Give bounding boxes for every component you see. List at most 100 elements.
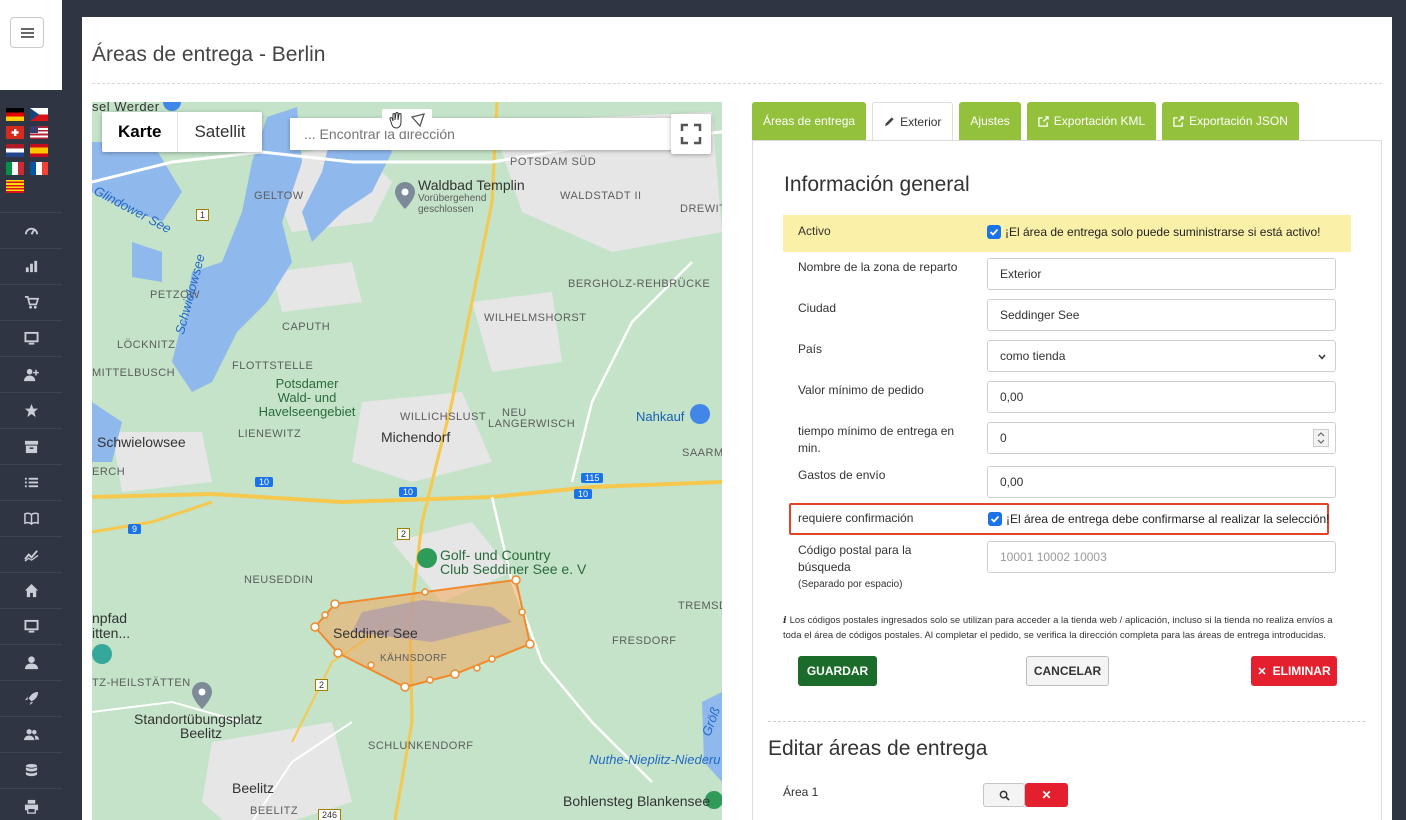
city-input[interactable]: Seddinger See: [987, 299, 1336, 331]
min-time-label: tiempo mínimo de entrega en min.: [798, 423, 978, 457]
main-panel: Áreas de entrega - Berlin sel Werder POT…: [82, 17, 1392, 820]
tab-export-kml[interactable]: Exportación KML: [1026, 102, 1157, 140]
desktop-icon: [23, 619, 39, 633]
postal-label-line: Código postal para la: [798, 543, 912, 557]
map-label: Bohlensteg Blankensee: [563, 793, 711, 809]
map-label: Wald- und: [277, 390, 337, 405]
line-chart-icon: [23, 550, 38, 562]
map-label: NEUSEDDIN: [244, 574, 314, 586]
sidebar-item-print[interactable]: [0, 788, 62, 820]
sidebar-item-favorites[interactable]: [0, 392, 62, 428]
min-order-input[interactable]: 0,00: [987, 381, 1336, 413]
page-title: Áreas de entrega - Berlin: [92, 43, 326, 66]
area-zoom-button[interactable]: [983, 783, 1025, 807]
tab-label: Exportación JSON: [1189, 114, 1288, 128]
name-input[interactable]: Exterior: [987, 258, 1336, 290]
map-label: MITTELBUSCH: [92, 367, 176, 379]
confirm-checkbox[interactable]: [988, 512, 1002, 526]
confirm-label: requiere confirmación: [798, 511, 914, 525]
confirm-check: ¡El área de entrega debe confirmarse al …: [988, 512, 1330, 526]
min-order-row: Valor mínimo de pedido 0,00: [783, 381, 1351, 413]
hint-line: i Los códigos postales ingresados solo se…: [783, 613, 1338, 628]
sidebar-item-launch[interactable]: [0, 680, 62, 716]
sidebar-item-list[interactable]: [0, 464, 62, 500]
sidebar-item-customers-add[interactable]: [0, 356, 62, 392]
flag-it-icon[interactable]: [6, 162, 24, 175]
sidebar-item-profile[interactable]: [0, 644, 62, 680]
tab-export-json[interactable]: Exportación JSON: [1162, 102, 1299, 140]
map-label: WALDSTADT II: [560, 190, 642, 202]
sidebar-item-home[interactable]: [0, 572, 62, 608]
sidebar-item-dashboard[interactable]: [0, 212, 62, 248]
map-label: LIENEWITZ: [238, 428, 302, 440]
delete-button[interactable]: ✕ ELIMINAR: [1251, 656, 1337, 686]
tab-bar: Áreas de entrega Exterior Ajustes Export…: [752, 102, 1305, 140]
save-button[interactable]: GUARDAR: [798, 656, 877, 686]
star-icon: [24, 403, 38, 418]
rocket-icon: [24, 691, 38, 706]
fullscreen-button[interactable]: [671, 114, 711, 154]
map-type-map-button[interactable]: Karte: [102, 112, 179, 152]
sidebar-item-database[interactable]: [0, 752, 62, 788]
postal-note: (Separado por espacio): [798, 579, 903, 590]
map-label: Nahkauf: [636, 409, 685, 424]
road-marker: 115: [581, 473, 604, 483]
postal-input[interactable]: 10001 10002 10003: [987, 541, 1336, 573]
archive-icon: [24, 440, 38, 454]
section-divider: [768, 721, 1365, 722]
postal-label: Código postal para la búsqueda (Separado…: [798, 542, 978, 593]
sidebar-item-pos[interactable]: [0, 320, 62, 356]
active-row: Activo ¡El área de entrega solo puede su…: [783, 215, 1351, 252]
draw-polygon-icon[interactable]: [410, 113, 425, 128]
country-select[interactable]: como tienda: [987, 340, 1336, 372]
list-icon: [24, 477, 38, 488]
map-label: WILHELMSHORST: [484, 312, 587, 324]
map-label: TZ-HEILSTÄTTEN: [92, 677, 191, 689]
hand-pan-icon[interactable]: [389, 112, 402, 129]
map-label: npfad: [92, 610, 128, 626]
min-time-label-line: tiempo mínimo de entrega en: [798, 424, 955, 438]
exterior-form-panel: Información general Activo ¡El área de e…: [752, 140, 1382, 820]
sidebar-item-desktop[interactable]: [0, 608, 62, 644]
sidebar-item-archive[interactable]: [0, 428, 62, 464]
flag-us-icon[interactable]: [30, 126, 48, 139]
menu-toggle-button[interactable]: [10, 17, 44, 48]
map-label: Beelitz: [180, 725, 223, 741]
flag-fr-icon[interactable]: [30, 162, 48, 175]
tab-delivery-areas[interactable]: Áreas de entrega: [752, 102, 867, 140]
map-label: CAPUTH: [282, 321, 331, 333]
sidebar-item-team[interactable]: [0, 716, 62, 752]
flag-cz-icon[interactable]: [30, 108, 48, 121]
sidebar-item-catalog[interactable]: [0, 500, 62, 536]
shipping-input[interactable]: 0,00: [987, 466, 1336, 498]
flag-es-icon[interactable]: [30, 144, 48, 157]
number-spinner-icon[interactable]: [1313, 429, 1329, 447]
close-icon: ✕: [1041, 788, 1052, 802]
sidebar-item-reports[interactable]: [0, 536, 62, 572]
user-icon: [24, 656, 38, 670]
fullscreen-icon: [680, 123, 702, 145]
home-icon: [24, 583, 38, 598]
map-label: geschlossen: [418, 204, 474, 215]
map-type-satellite-button[interactable]: Satellit: [178, 112, 261, 152]
tab-exterior[interactable]: Exterior: [872, 102, 954, 140]
delivery-area-map[interactable]: sel Werder POTSDAM SÜD GELTOW Waldbad Te…: [92, 102, 722, 820]
flag-ca-icon[interactable]: [6, 180, 24, 193]
flag-de-icon[interactable]: [6, 108, 24, 121]
hint-text: toda el área de códigos postales. Al com…: [783, 630, 1326, 641]
tab-settings[interactable]: Ajustes: [959, 102, 1021, 140]
area-delete-button[interactable]: ✕: [1025, 783, 1068, 807]
cancel-button[interactable]: CANCELAR: [1026, 656, 1109, 686]
delete-button-label: ELIMINAR: [1272, 664, 1331, 678]
sidebar-item-orders[interactable]: [0, 284, 62, 320]
confirm-row: requiere confirmación ¡El área de entreg…: [789, 503, 1330, 535]
map-address-search-input[interactable]: [290, 118, 690, 150]
min-time-input[interactable]: 0: [987, 422, 1336, 454]
active-checkbox[interactable]: [987, 225, 1001, 239]
flag-nl-icon[interactable]: [6, 144, 24, 157]
flag-ch-icon[interactable]: [6, 126, 24, 139]
sidebar-item-statistics[interactable]: [0, 248, 62, 284]
chevron-down-icon: [1318, 354, 1326, 360]
map-label: ERCH: [92, 466, 126, 478]
section-title: Información general: [784, 173, 970, 196]
